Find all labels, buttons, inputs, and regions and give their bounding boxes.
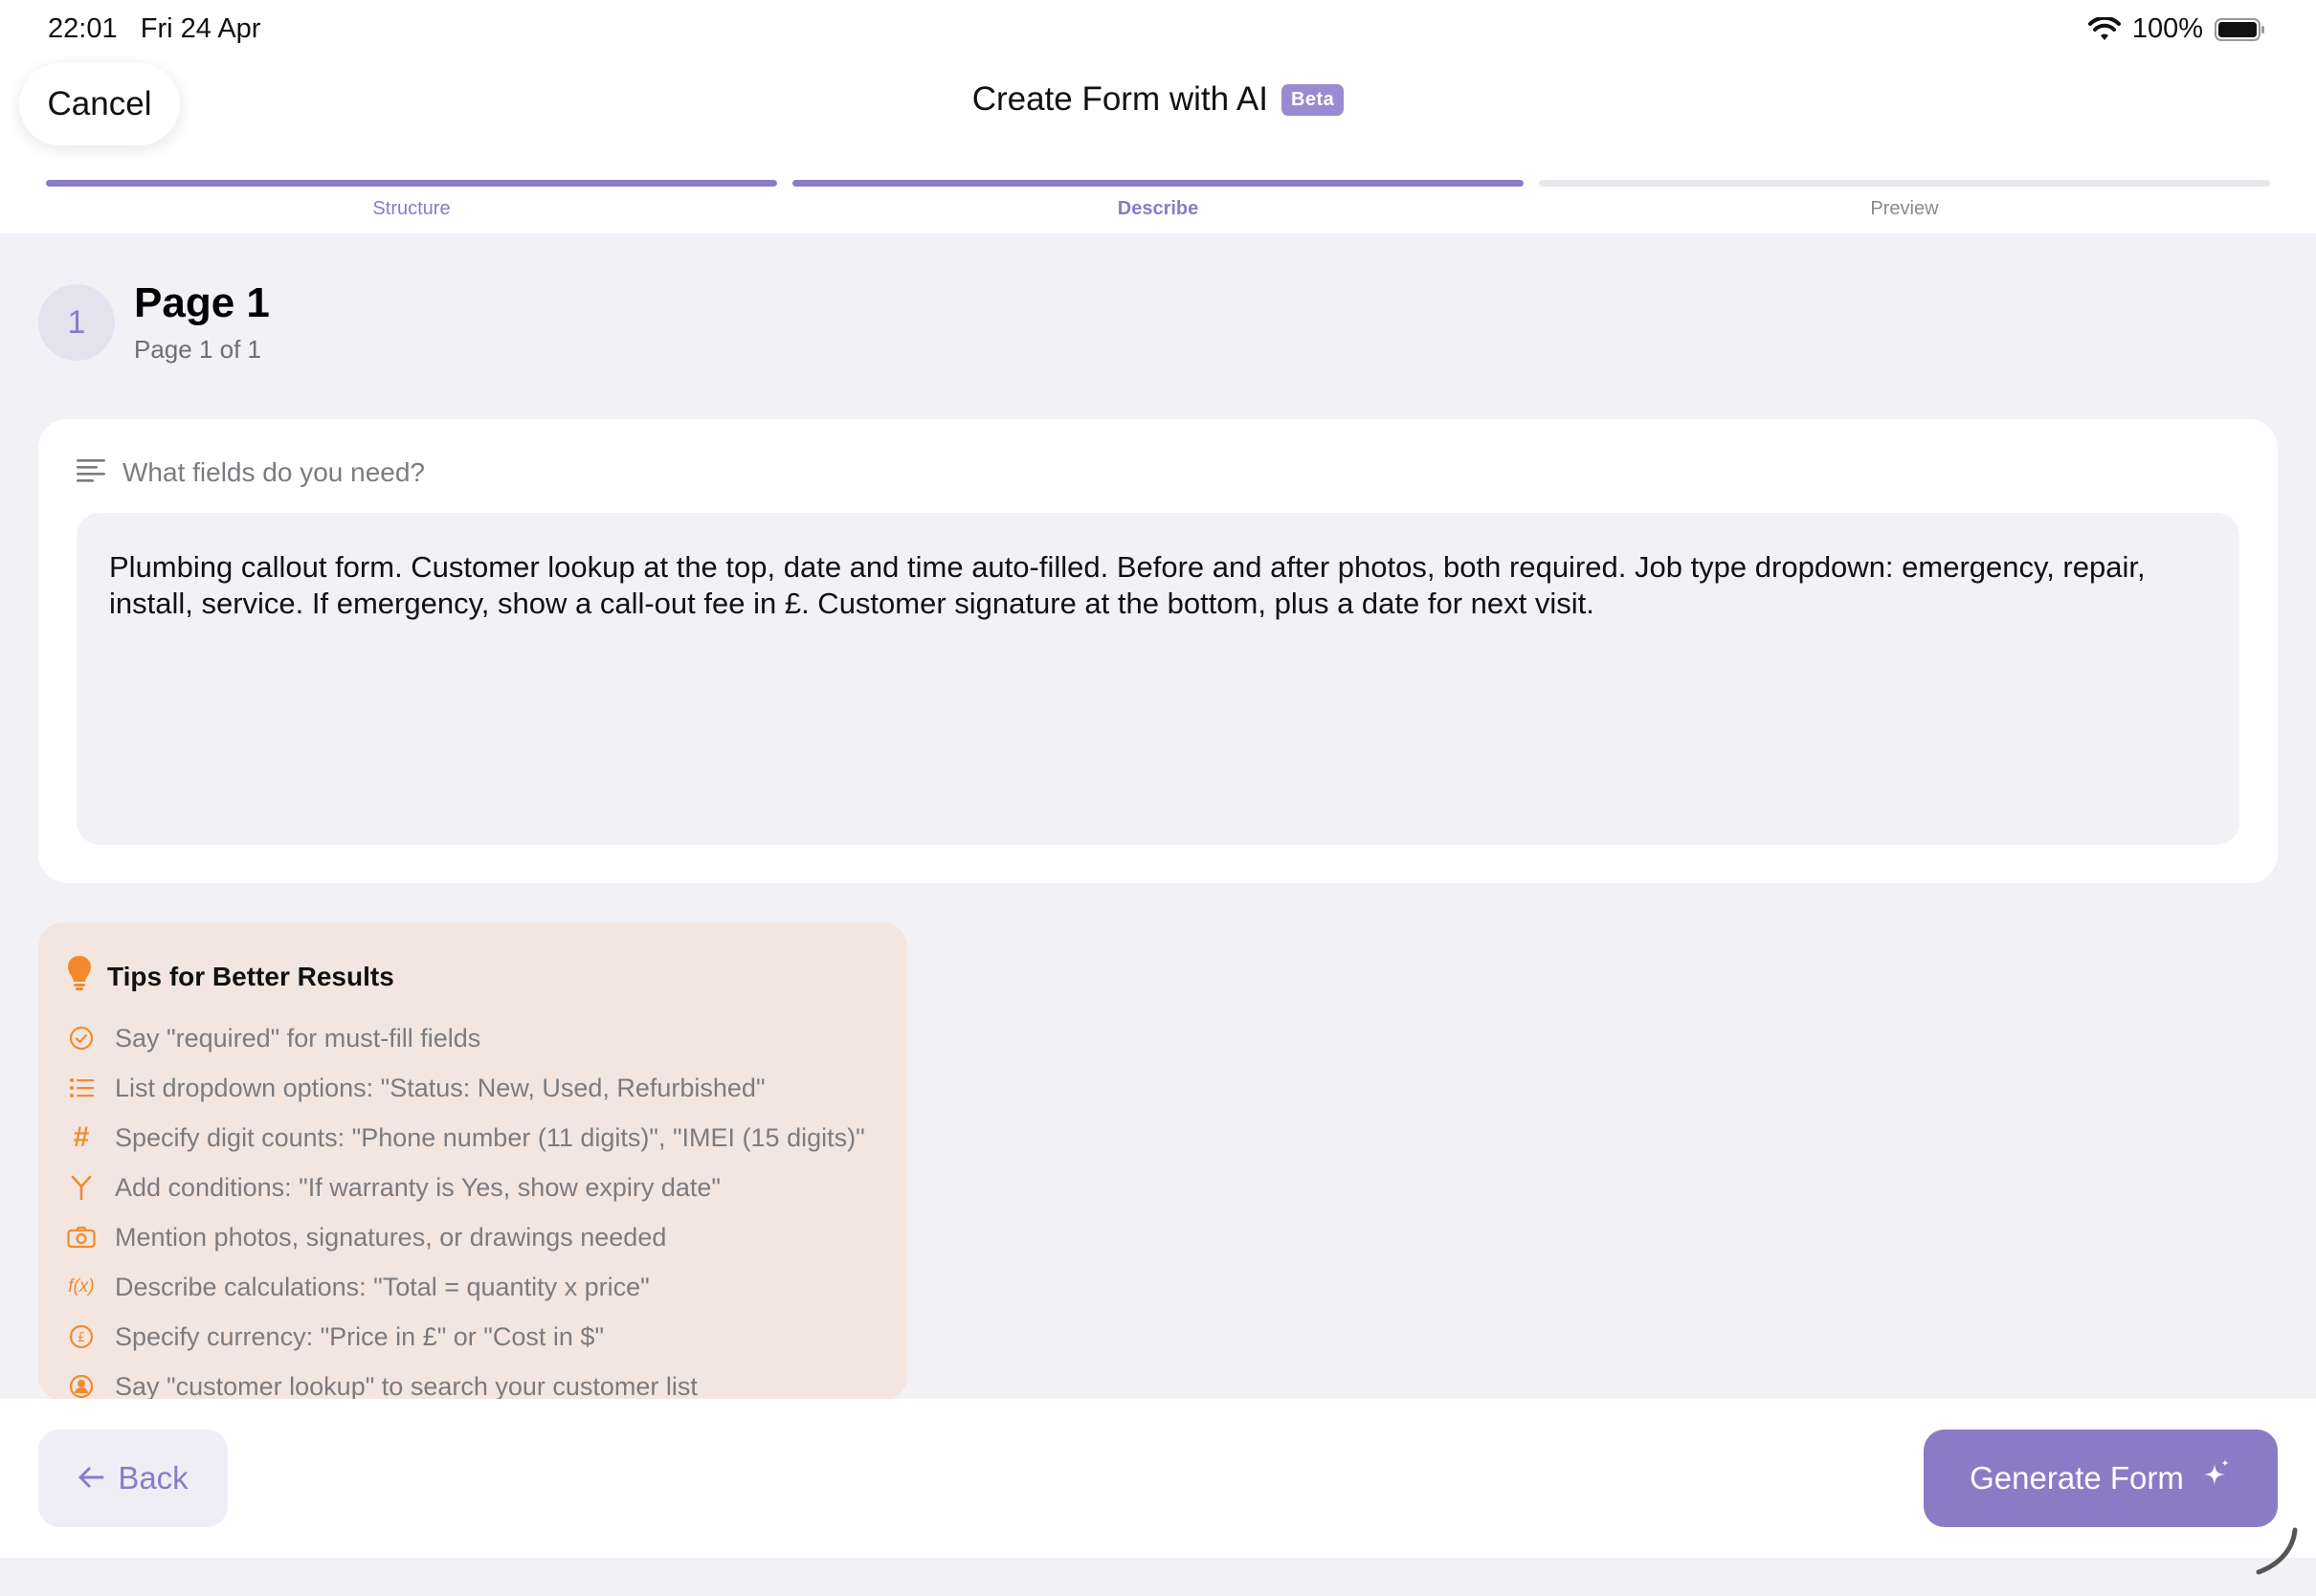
tips-header: Tips for Better Results [67, 955, 394, 998]
step-bar [46, 180, 777, 187]
screen-title: Create Form with AI [971, 80, 1268, 118]
tip-text: Describe calculations: "Total = quantity… [115, 1272, 650, 1301]
sparkles-icon [2201, 1458, 2232, 1498]
check-circle-icon [67, 1024, 96, 1053]
list-item: £ Specify currency: "Price in £" or "Cos… [67, 1312, 900, 1362]
back-label: Back [118, 1460, 189, 1496]
tip-text: Add conditions: "If warranty is Yes, sho… [115, 1172, 721, 1202]
arrow-left-icon [78, 1460, 104, 1496]
step-bar [792, 180, 1524, 187]
list-item: f(x) Describe calculations: "Total = qua… [67, 1262, 900, 1312]
clock-time: 22:01 [48, 13, 118, 44]
progress-stepper: Structure Describe Preview [46, 180, 2270, 222]
svg-text:£: £ [78, 1331, 85, 1345]
page-number-badge: 1 [38, 284, 115, 361]
back-button[interactable]: Back [38, 1430, 228, 1527]
generate-form-button[interactable]: Generate Form [1924, 1430, 2278, 1527]
function-icon: f(x) [68, 1276, 95, 1297]
step-structure[interactable]: Structure [46, 180, 777, 220]
page-subtitle: Page 1 of 1 [134, 335, 261, 364]
branch-icon [67, 1173, 96, 1202]
top-bar: 22:01 Fri 24 Apr 100% Cancel Create Form… [0, 0, 2316, 233]
list-item: Say "required" for must-fill fields [67, 1013, 900, 1063]
page-title: Page 1 [134, 279, 270, 326]
beta-badge: Beta [1280, 83, 1345, 116]
battery-percent: 100% [2131, 13, 2203, 44]
list-item: List dropdown options: "Status: New, Use… [67, 1063, 900, 1113]
tip-text: Mention photos, signatures, or drawings … [115, 1222, 667, 1252]
fields-card: What fields do you need? Plumbing callou… [38, 419, 2278, 883]
battery-icon [2215, 17, 2266, 42]
status-bar: 22:01 Fri 24 Apr 100% [0, 0, 2316, 59]
fields-description-input[interactable]: Plumbing callout form. Customer lookup a… [77, 513, 2239, 845]
status-time: 22:01 Fri 24 Apr [48, 13, 260, 45]
hash-icon: # [73, 1121, 90, 1153]
tip-text: Specify currency: "Price in £" or "Cost … [115, 1321, 605, 1351]
list-icon [67, 1074, 96, 1102]
step-describe[interactable]: Describe [792, 180, 1524, 220]
fields-header: What fields do you need? [77, 457, 425, 488]
tip-text: Specify digit counts: "Phone number (11 … [115, 1122, 865, 1152]
step-preview[interactable]: Preview [1539, 180, 2270, 220]
wifi-icon [2087, 16, 2121, 42]
status-indicators: 100% [2087, 13, 2266, 45]
step-label: Describe [1117, 198, 1199, 219]
tip-text: Say "required" for must-fill fields [115, 1023, 481, 1053]
tip-text: Say "customer lookup" to search your cus… [115, 1371, 698, 1401]
tips-title: Tips for Better Results [107, 961, 394, 991]
resize-handle-icon [2251, 1524, 2305, 1583]
camera-icon [67, 1223, 96, 1252]
tips-card: Tips for Better Results Say "required" f… [38, 922, 907, 1401]
fields-question: What fields do you need? [122, 457, 425, 487]
text-align-icon [77, 458, 105, 488]
tips-list: Say "required" for must-fill fields List… [67, 1013, 900, 1411]
step-bar [1539, 180, 2270, 187]
bottom-action-bar: Back Generate Form [0, 1399, 2316, 1558]
step-label: Preview [1870, 198, 1939, 219]
list-item: Add conditions: "If warranty is Yes, sho… [67, 1163, 900, 1212]
step-label: Structure [372, 198, 451, 219]
list-item: # Specify digit counts: "Phone number (1… [67, 1113, 900, 1163]
generate-label: Generate Form [1970, 1460, 2184, 1496]
list-item: Mention photos, signatures, or drawings … [67, 1212, 900, 1262]
clock-date: Fri 24 Apr [140, 13, 261, 44]
pound-circle-icon: £ [67, 1322, 96, 1351]
lightbulb-icon [67, 955, 92, 998]
person-circle-icon [67, 1372, 96, 1401]
nav-title: Create Form with AI Beta [0, 80, 2316, 119]
tip-text: List dropdown options: "Status: New, Use… [115, 1073, 766, 1102]
